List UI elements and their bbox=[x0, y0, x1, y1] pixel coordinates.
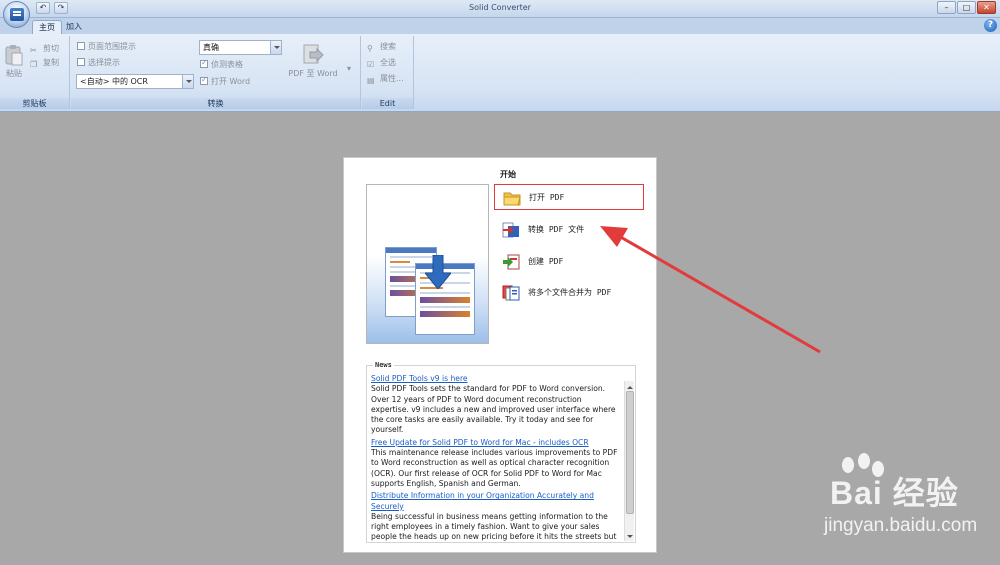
title-bar: ↶ ↷ Solid Converter – □ ✕ bbox=[0, 0, 1000, 18]
pdf-to-word-button[interactable]: PDF 至 Word bbox=[285, 44, 341, 79]
chevron-down-icon[interactable] bbox=[182, 75, 193, 88]
open-pdf-label: 打开 PDF bbox=[529, 193, 565, 202]
news-list: Solid PDF Tools v9 is here Solid PDF Too… bbox=[371, 374, 619, 542]
pdf-to-word-label: PDF 至 Word bbox=[288, 69, 338, 78]
application-menu-button[interactable] bbox=[3, 1, 30, 28]
scroll-up-icon[interactable] bbox=[625, 381, 635, 390]
paste-button[interactable]: 粘贴 bbox=[2, 44, 26, 79]
open-word-label: 打开 Word bbox=[211, 77, 251, 86]
selection-label: 选择提示 bbox=[88, 58, 120, 67]
scroll-thumb[interactable] bbox=[626, 391, 634, 514]
properties-label: 属性... bbox=[380, 74, 404, 83]
detect-tables-checkbox[interactable]: 侦测表格 bbox=[200, 58, 243, 70]
paste-icon bbox=[5, 45, 23, 66]
detect-tables-label: 侦测表格 bbox=[211, 60, 243, 69]
paste-label: 粘贴 bbox=[6, 69, 22, 78]
folder-icon bbox=[503, 192, 521, 206]
news-title: News bbox=[373, 361, 394, 369]
copy-icon: ❐ bbox=[30, 60, 38, 69]
convert-arrow-icon bbox=[425, 255, 451, 289]
chevron-down-icon[interactable]: ▾ bbox=[347, 64, 351, 73]
news-item: Solid PDF Tools v9 is here Solid PDF Too… bbox=[371, 374, 619, 436]
watermark-url: jingyan.baidu.com bbox=[824, 515, 978, 536]
start-panel: 开始 打开 PDF 转换 PDF 文件 创建 PDF 将多个文件合并为 PDF … bbox=[343, 157, 657, 553]
cut-label: 剪切 bbox=[43, 44, 59, 53]
news-text: Being successful in business means getti… bbox=[371, 511, 617, 542]
create-pdf-label: 创建 PDF bbox=[528, 257, 564, 266]
convert-pdf-label: 转换 PDF 文件 bbox=[528, 225, 585, 234]
app-logo-icon bbox=[10, 8, 24, 21]
combine-pdf-action[interactable]: 将多个文件合并为 PDF bbox=[494, 280, 644, 306]
tab-addin[interactable]: 加入 bbox=[60, 20, 88, 34]
minimize-button[interactable]: – bbox=[937, 1, 956, 14]
ocr-select-value: <自动> 中的 OCR bbox=[80, 77, 148, 86]
checkbox-icon bbox=[200, 58, 208, 68]
clipboard-group-label: 剪贴板 bbox=[0, 98, 69, 109]
copy-label: 复制 bbox=[43, 58, 59, 67]
chevron-down-icon[interactable] bbox=[270, 41, 281, 54]
convert-icon bbox=[502, 222, 519, 238]
news-link[interactable]: Solid PDF Tools v9 is here bbox=[371, 374, 619, 384]
window-title: Solid Converter bbox=[469, 3, 531, 12]
search-button[interactable]: ⚲ 搜索 bbox=[367, 41, 396, 54]
scissors-icon: ✂ bbox=[30, 46, 37, 55]
ocr-language-select[interactable]: <自动> 中的 OCR bbox=[76, 74, 194, 89]
ribbon-tab-strip: 主页 加入 ? bbox=[0, 18, 1000, 34]
checkbox-icon bbox=[77, 58, 85, 66]
maximize-button[interactable]: □ bbox=[957, 1, 976, 14]
edit-group: ⚲ 搜索 ☑ 全选 ▤ 属性... Edit bbox=[362, 36, 414, 109]
convert-group-label: 转换 bbox=[71, 98, 360, 109]
tab-home[interactable]: 主页 bbox=[32, 20, 62, 34]
start-title: 开始 bbox=[500, 170, 516, 179]
convert-pdf-action[interactable]: 转换 PDF 文件 bbox=[494, 217, 644, 243]
properties-icon: ▤ bbox=[367, 76, 375, 85]
news-text: This maintenance release includes variou… bbox=[371, 448, 618, 488]
convert-group: 页面范围提示 选择提示 <自动> 中的 OCR 真确 侦测表格 打开 Word … bbox=[71, 36, 361, 109]
select-all-icon: ☑ bbox=[367, 60, 375, 69]
checkbox-icon bbox=[200, 75, 208, 85]
pdf-to-word-icon bbox=[303, 44, 324, 64]
news-link[interactable]: Distribute Information in your Organizat… bbox=[371, 491, 619, 512]
news-link[interactable]: Free Update for Solid PDF to Word for Ma… bbox=[371, 438, 619, 448]
clipboard-group: 粘贴 ✂ 剪切 ❐ 复制 剪贴板 bbox=[0, 36, 70, 109]
watermark-brand: Bai 经验 bbox=[830, 475, 959, 511]
open-word-checkbox[interactable]: 打开 Word bbox=[200, 75, 251, 87]
news-item: Free Update for Solid PDF to Word for Ma… bbox=[371, 438, 619, 489]
combine-pdf-icon bbox=[502, 285, 520, 301]
mode-select-value: 真确 bbox=[203, 43, 219, 52]
cut-button[interactable]: ✂ 剪切 bbox=[30, 43, 59, 56]
selection-checkbox[interactable]: 选择提示 bbox=[77, 57, 120, 68]
select-all-label: 全选 bbox=[380, 58, 396, 67]
baidu-watermark: Bai 经验 jingyan.baidu.com bbox=[760, 453, 990, 555]
create-pdf-icon bbox=[503, 254, 520, 270]
select-all-button[interactable]: ☑ 全选 bbox=[367, 57, 396, 70]
ribbon: 粘贴 ✂ 剪切 ❐ 复制 剪贴板 页面范围提示 选择提示 <自动> 中的 OCR 真… bbox=[0, 34, 1000, 112]
close-button[interactable]: ✕ bbox=[977, 1, 996, 14]
edit-group-label: Edit bbox=[362, 98, 413, 109]
page-range-label: 页面范围提示 bbox=[88, 42, 136, 51]
open-pdf-action[interactable]: 打开 PDF bbox=[494, 184, 644, 210]
combine-pdf-label: 将多个文件合并为 PDF bbox=[528, 288, 612, 297]
help-icon[interactable]: ? bbox=[984, 19, 997, 32]
search-label: 搜索 bbox=[380, 42, 396, 51]
binoculars-icon: ⚲ bbox=[367, 44, 373, 53]
reconstruction-mode-select[interactable]: 真确 bbox=[199, 40, 282, 55]
news-scrollbar[interactable] bbox=[624, 381, 634, 541]
news-box: News Solid PDF Tools v9 is here Solid PD… bbox=[366, 361, 636, 543]
news-text: Solid PDF Tools sets the standard for PD… bbox=[371, 384, 616, 435]
scroll-down-icon[interactable] bbox=[625, 532, 635, 541]
document-preview-illustration bbox=[366, 184, 489, 344]
checkbox-icon bbox=[77, 42, 85, 50]
copy-button[interactable]: ❐ 复制 bbox=[30, 57, 59, 70]
page-range-checkbox[interactable]: 页面范围提示 bbox=[77, 41, 136, 52]
create-pdf-action[interactable]: 创建 PDF bbox=[494, 249, 644, 275]
window-controls: – □ ✕ bbox=[937, 1, 996, 14]
news-item: Distribute Information in your Organizat… bbox=[371, 491, 619, 542]
properties-button[interactable]: ▤ 属性... bbox=[367, 73, 404, 86]
